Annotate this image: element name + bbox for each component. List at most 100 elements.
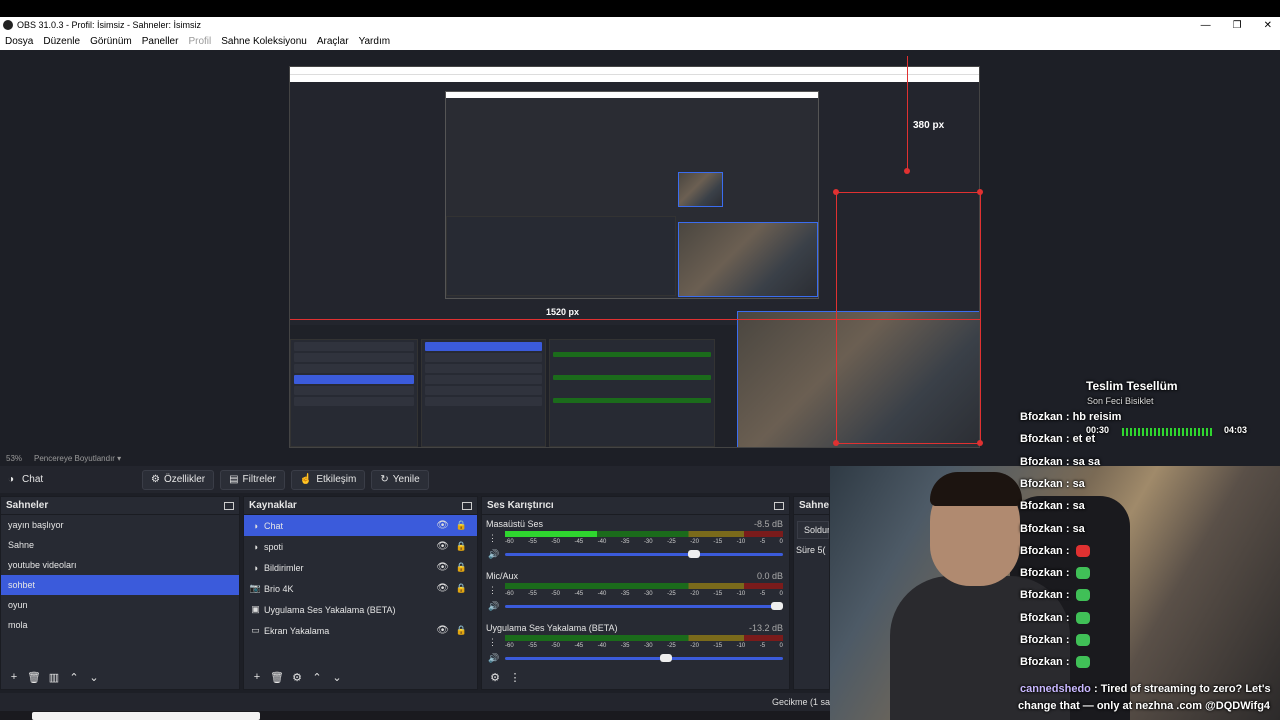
chat-message: Bfozkan :: [1020, 656, 1090, 669]
eye-icon[interactable]: 👁: [436, 562, 449, 573]
menu-edit[interactable]: Düzenle: [38, 36, 85, 47]
undock-icon[interactable]: [774, 501, 784, 510]
mixer-track-header: Uygulama Ses Yakalama (BETA) -13.2 dB: [486, 623, 783, 633]
scene-item[interactable]: sohbet: [1, 575, 239, 595]
transition-select[interactable]: Soldur: [797, 521, 829, 539]
eye-icon[interactable]: 👁: [436, 541, 449, 552]
taskbar-search[interactable]: [32, 712, 260, 720]
move-up-button[interactable]: ⌃: [67, 671, 81, 684]
eye-icon[interactable]: 👁: [436, 583, 449, 594]
guide-height-line: [907, 56, 908, 171]
guide-handle[interactable]: [977, 440, 983, 446]
move-down-button[interactable]: ⌄: [87, 671, 101, 684]
volume-fader[interactable]: [505, 654, 783, 662]
meter-tick-label: -50: [551, 539, 560, 545]
duration-input[interactable]: 5(: [818, 545, 826, 555]
mixer-track-name: Uygulama Ses Yakalama (BETA): [486, 623, 618, 633]
lock-icon[interactable]: 🔒: [456, 541, 467, 552]
guide-handle[interactable]: [977, 189, 983, 195]
meter-tick-label: -30: [643, 591, 653, 597]
volume-fader[interactable]: [505, 602, 783, 610]
source-item[interactable]: ▭ Ekran Yakalama 👁 🔒: [244, 620, 477, 641]
menu-profile[interactable]: Profil: [183, 36, 216, 47]
interact-button[interactable]: ☝ Etkileşim: [290, 469, 366, 490]
menu-tools[interactable]: Araçlar: [312, 36, 354, 47]
source-toolbar: ◑ Chat ⚙ Özellikler ▤ Filtreler ☝ Etkileşim…: [0, 466, 830, 493]
menu-docks[interactable]: Paneller: [137, 36, 184, 47]
nested-scenes-dock: [290, 339, 418, 447]
scene-item[interactable]: oyun: [1, 595, 239, 615]
guide-handle[interactable]: [833, 440, 839, 446]
filter-scene-button[interactable]: ▥: [47, 671, 61, 684]
filters-button[interactable]: ▤ Filtreler: [220, 469, 285, 490]
lock-icon[interactable]: 🔒: [456, 520, 467, 531]
speaker-icon[interactable]: 🔊: [488, 601, 499, 612]
source-item[interactable]: 📷 Brio 4K 👁 🔒: [244, 578, 477, 599]
source-item[interactable]: ◑ Chat 👁 🔒: [244, 515, 477, 536]
volume-fader[interactable]: [505, 550, 783, 558]
move-up-button[interactable]: ⌃: [310, 671, 324, 684]
properties-button[interactable]: ⚙ Özellikler: [142, 469, 215, 490]
mixer-menu-icon[interactable]: ⋮: [508, 671, 522, 684]
scene-item[interactable]: mola: [1, 615, 239, 635]
track-menu-icon[interactable]: ⋮: [488, 637, 497, 648]
refresh-button[interactable]: ↻ Yenile: [371, 469, 429, 490]
app-audio-icon: ▣: [251, 604, 260, 614]
volume-meter: [505, 531, 783, 537]
chat-username: Bfozkan: [1020, 522, 1063, 535]
lock-icon[interactable]: 🔒: [456, 562, 467, 573]
menu-file[interactable]: Dosya: [0, 36, 38, 47]
menu-view[interactable]: Görünüm: [85, 36, 137, 47]
undock-icon[interactable]: [462, 501, 472, 510]
scenes-dock-title: Sahneler: [1, 497, 239, 515]
move-down-button[interactable]: ⌄: [330, 671, 344, 684]
source-properties-button[interactable]: ⚙: [290, 671, 304, 684]
eye-icon[interactable]: 👁: [436, 520, 449, 531]
guide-handle[interactable]: [904, 168, 910, 174]
mixer-track-header: Masaüstü Ses -8.5 dB: [486, 519, 783, 529]
nested-sources-dock: [421, 339, 546, 447]
scene-item[interactable]: youtube videoları: [1, 555, 239, 575]
meter-ticks: -60 -55 -50 -45 -40 -35 -30 -25 -20 -15 -10 -5 0: [505, 539, 783, 545]
lock-icon[interactable]: 🔒: [456, 625, 467, 636]
speaker-icon[interactable]: 🔊: [488, 653, 499, 664]
menu-help[interactable]: Yardım: [354, 36, 396, 47]
nested-title-bar: [290, 67, 979, 74]
fit-to-window-dropdown[interactable]: Pencereye Boyutlandır ▾: [34, 454, 121, 463]
source-item[interactable]: ◑ Bildirimler 👁 🔒: [244, 557, 477, 578]
chat-message: Bfozkan : sa sa: [1020, 456, 1100, 468]
guide-handle[interactable]: [833, 189, 839, 195]
source-item[interactable]: ▣ Uygulama Ses Yakalama (BETA): [244, 599, 477, 620]
eye-icon[interactable]: 👁: [436, 625, 449, 636]
add-scene-button[interactable]: +: [7, 671, 21, 683]
fader-knob[interactable]: [659, 654, 672, 662]
meter-tick-label: -35: [620, 591, 630, 597]
advanced-audio-gear-icon[interactable]: ⚙: [488, 671, 502, 684]
meter-tick-label: -60: [505, 591, 514, 597]
chat-username: Bfozkan: [1020, 455, 1063, 468]
chat-username: Bfozkan: [1020, 634, 1063, 646]
fader-knob[interactable]: [771, 602, 783, 610]
chat-text: sa: [1072, 522, 1085, 535]
undock-icon[interactable]: [224, 501, 234, 510]
source-item[interactable]: ◑ spoti 👁 🔒: [244, 536, 477, 557]
remove-scene-button[interactable]: 🗑: [27, 671, 41, 684]
scene-item[interactable]: yayın başlıyor: [1, 515, 239, 535]
title-bar-inner: OBS 31.0.3 - Profil: İsimsiz - Sahneler:…: [0, 17, 1280, 33]
scene-item[interactable]: Sahne: [1, 535, 239, 555]
speaker-icon[interactable]: 🔊: [488, 549, 499, 560]
lock-icon[interactable]: 🔒: [456, 583, 467, 594]
add-source-button[interactable]: +: [250, 671, 264, 683]
track-menu-icon[interactable]: ⋮: [488, 533, 497, 544]
chat-username: Bfozkan: [1020, 544, 1063, 557]
track-menu-icon[interactable]: ⋮: [488, 585, 497, 596]
now-playing-title: Teslim Tesellüm: [1086, 379, 1178, 393]
menu-scene-collection[interactable]: Sahne Koleksiyonu: [216, 36, 312, 47]
maximize-button[interactable]: ❐: [1233, 20, 1242, 31]
fader-knob[interactable]: [687, 550, 700, 558]
remove-source-button[interactable]: 🗑: [270, 671, 284, 684]
close-button[interactable]: ✕: [1264, 20, 1272, 31]
duration-row: Süre 5(: [796, 545, 826, 555]
minimize-button[interactable]: —: [1201, 20, 1211, 31]
meter-tick-label: -40: [597, 591, 607, 597]
